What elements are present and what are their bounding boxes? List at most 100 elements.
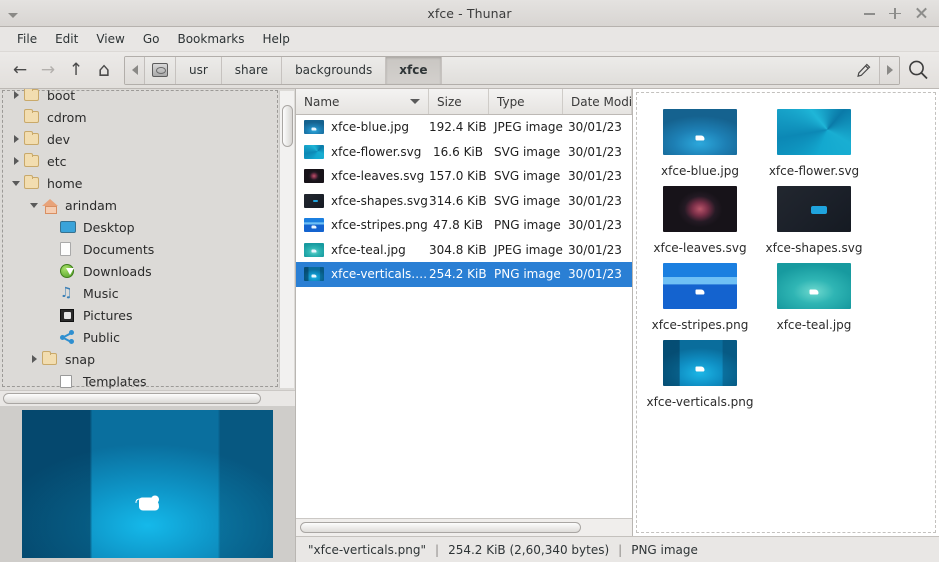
column-header-name[interactable]: Name bbox=[296, 89, 429, 114]
column-header-size[interactable]: Size bbox=[429, 89, 489, 114]
tree-item-public[interactable]: Public bbox=[0, 326, 277, 348]
tree-item-boot[interactable]: boot bbox=[0, 89, 277, 106]
icon-view-item[interactable]: xfce-blue.jpg bbox=[643, 101, 757, 178]
tree-item-label: home bbox=[43, 176, 82, 191]
tree-item-dev[interactable]: dev bbox=[0, 128, 277, 150]
table-row[interactable]: xfce-verticals.png254.2 KiBPNG image30/0… bbox=[296, 262, 632, 287]
tree-item-label: dev bbox=[43, 132, 70, 147]
tree-twisty-closed-icon[interactable] bbox=[8, 157, 24, 165]
icon-view-item[interactable]: xfce-leaves.svg bbox=[643, 178, 757, 255]
menu-edit[interactable]: Edit bbox=[46, 29, 87, 49]
breadcrumb-filesystem-root[interactable] bbox=[145, 57, 176, 84]
path-scroll-right-button[interactable] bbox=[879, 57, 899, 84]
tree-twisty-open-icon[interactable] bbox=[8, 181, 24, 186]
breadcrumb-backgrounds[interactable]: backgrounds bbox=[282, 57, 386, 84]
tree-item-downloads[interactable]: Downloads bbox=[0, 260, 277, 282]
split-panes: Name Size Type Date Modif xfce-blue.jpg1… bbox=[296, 89, 939, 536]
tree-item-desktop[interactable]: Desktop bbox=[0, 216, 277, 238]
column-header-type[interactable]: Type bbox=[489, 89, 563, 114]
file-date-modified: 30/01/23 bbox=[563, 145, 632, 159]
menu-help[interactable]: Help bbox=[254, 29, 299, 49]
tree-item-pictures[interactable]: Pictures bbox=[0, 304, 277, 326]
file-size: 304.8 KiB bbox=[429, 243, 489, 257]
parent-folder-button[interactable]: ↑ bbox=[62, 55, 90, 85]
tree-item-home[interactable]: home bbox=[0, 172, 277, 194]
breadcrumb-xfce[interactable]: xfce bbox=[386, 57, 441, 84]
icon-view-item[interactable]: xfce-stripes.png bbox=[643, 255, 757, 332]
file-thumbnail bbox=[304, 218, 324, 232]
column-header-name-label: Name bbox=[304, 95, 339, 109]
tree-twisty-closed-icon[interactable] bbox=[26, 355, 42, 363]
tree-item-templates[interactable]: Templates bbox=[0, 370, 277, 390]
tree-twisty-open-icon[interactable] bbox=[26, 203, 42, 208]
file-thumbnail-large bbox=[663, 263, 737, 309]
right-content-column: Name Size Type Date Modif xfce-blue.jpg1… bbox=[296, 89, 939, 562]
xfce-mouse-mark bbox=[312, 274, 317, 277]
menu-bookmarks[interactable]: Bookmarks bbox=[168, 29, 253, 49]
icon-view-item[interactable]: xfce-flower.svg bbox=[757, 101, 871, 178]
edit-path-button[interactable] bbox=[847, 57, 879, 84]
tree-item-documents[interactable]: Documents bbox=[0, 238, 277, 260]
icon-view-grid: xfce-blue.jpg xfce-flower.svgxfce-leaves.… bbox=[643, 101, 935, 409]
tree-twisty-closed-icon[interactable] bbox=[8, 135, 24, 143]
tree-horizontal-scrollbar-thumb[interactable] bbox=[3, 393, 261, 404]
breadcrumb-share[interactable]: share bbox=[222, 57, 282, 84]
menu-view[interactable]: View bbox=[87, 29, 133, 49]
tree-horizontal-scrollbar[interactable] bbox=[0, 390, 295, 406]
table-row[interactable]: xfce-blue.jpg192.4 KiBJPEG image30/01/23 bbox=[296, 115, 632, 140]
icon-view-pane[interactable]: xfce-blue.jpg xfce-flower.svgxfce-leaves.… bbox=[633, 89, 939, 536]
table-row[interactable]: xfce-stripes.png47.8 KiBPNG image30/01/2… bbox=[296, 213, 632, 238]
file-date-modified: 30/01/23 bbox=[563, 267, 632, 281]
status-bar: "xfce-verticals.png" | 254.2 KiB (2,60,3… bbox=[296, 536, 939, 562]
file-list-pane: Name Size Type Date Modif xfce-blue.jpg1… bbox=[296, 89, 633, 536]
folder-tree-pane[interactable]: boot cdrom dev etc home arindamDesktopDocumen… bbox=[0, 89, 295, 390]
menu-file[interactable]: File bbox=[8, 29, 46, 49]
icon-view-item[interactable]: xfce-teal.jpg bbox=[757, 255, 871, 332]
maximize-button[interactable] bbox=[889, 6, 902, 20]
music-note-icon: ♫ bbox=[60, 286, 79, 300]
folder-icon bbox=[24, 177, 43, 189]
minimize-button[interactable] bbox=[863, 6, 876, 20]
tree-item-label: etc bbox=[43, 154, 66, 169]
tree-item-snap[interactable]: snap bbox=[0, 348, 277, 370]
path-scroll-left-button[interactable] bbox=[125, 57, 145, 84]
icon-view-item[interactable]: xfce-verticals.png bbox=[643, 332, 757, 409]
home-button[interactable]: ⌂ bbox=[90, 55, 118, 85]
search-button[interactable] bbox=[903, 55, 933, 85]
file-size: 47.8 KiB bbox=[429, 218, 489, 232]
file-date-modified: 30/01/23 bbox=[563, 243, 632, 257]
title-bar: xfce - Thunar bbox=[0, 0, 939, 27]
window-menu-button[interactable] bbox=[0, 0, 26, 26]
file-thumbnail-large bbox=[777, 263, 851, 309]
close-button[interactable] bbox=[915, 6, 928, 20]
table-row[interactable]: xfce-shapes.svg314.6 KiBSVG image30/01/2… bbox=[296, 189, 632, 214]
icon-view-item-label: xfce-stripes.png bbox=[652, 318, 749, 332]
tree-vertical-scrollbar[interactable] bbox=[279, 91, 294, 388]
tree-item-arindam[interactable]: arindam bbox=[0, 194, 277, 216]
tree-twisty-closed-icon[interactable] bbox=[8, 91, 24, 99]
share-nodes-icon bbox=[60, 330, 79, 344]
table-row[interactable]: xfce-teal.jpg304.8 KiBJPEG image30/01/23 bbox=[296, 238, 632, 263]
table-row[interactable]: xfce-leaves.svg157.0 KiBSVG image30/01/2… bbox=[296, 164, 632, 189]
icon-view-item[interactable]: xfce-shapes.svg bbox=[757, 178, 871, 255]
tree-item-label: boot bbox=[43, 89, 75, 103]
menu-go[interactable]: Go bbox=[134, 29, 169, 49]
tree-vertical-scrollbar-thumb[interactable] bbox=[282, 105, 293, 147]
tree-item-cdrom[interactable]: cdrom bbox=[0, 106, 277, 128]
file-list-horizontal-scrollbar-thumb[interactable] bbox=[300, 522, 581, 533]
breadcrumb-usr[interactable]: usr bbox=[176, 57, 222, 84]
column-header-date-modified[interactable]: Date Modif bbox=[563, 89, 632, 114]
forward-button[interactable]: → bbox=[34, 55, 62, 85]
tree-item-label: cdrom bbox=[43, 110, 87, 125]
tree-item-music[interactable]: ♫Music bbox=[0, 282, 277, 304]
icon-view-item-label: xfce-blue.jpg bbox=[661, 164, 739, 178]
file-name: xfce-teal.jpg bbox=[331, 243, 406, 257]
file-rows: xfce-blue.jpg192.4 KiBJPEG image30/01/23… bbox=[296, 115, 632, 518]
back-button[interactable]: ← bbox=[6, 55, 34, 85]
file-name: xfce-verticals.png bbox=[331, 267, 429, 281]
tree-item-etc[interactable]: etc bbox=[0, 150, 277, 172]
caret-down-icon bbox=[8, 13, 18, 18]
arrow-up-icon: ↑ bbox=[69, 62, 83, 79]
file-list-horizontal-scrollbar[interactable] bbox=[296, 518, 632, 536]
table-row[interactable]: xfce-flower.svg16.6 KiBSVG image30/01/23 bbox=[296, 140, 632, 165]
